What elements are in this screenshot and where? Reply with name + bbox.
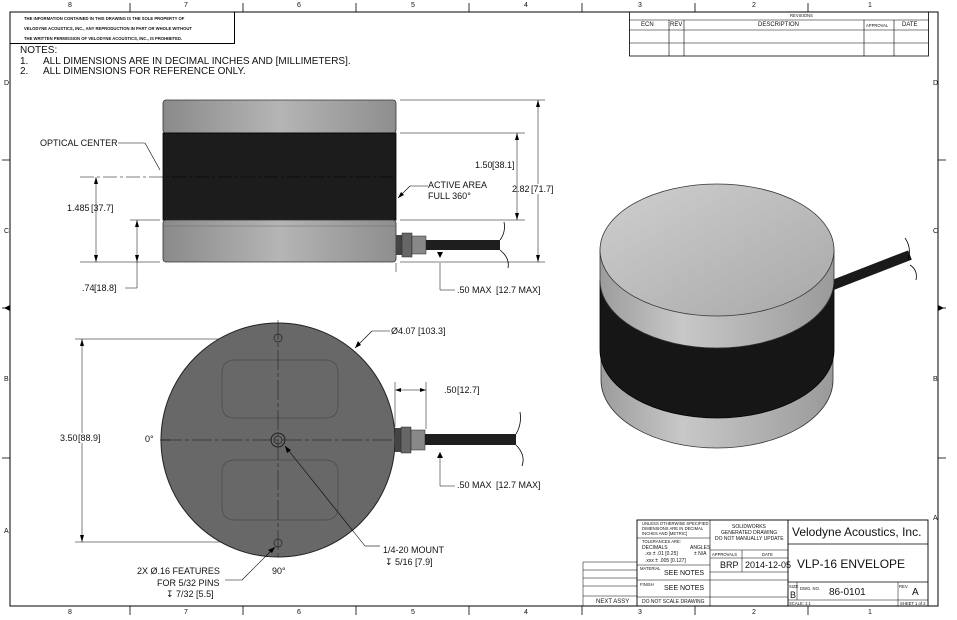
angle-label: 90° [272, 566, 286, 576]
dimension-value: 1.50 [475, 160, 493, 170]
do-not-scale-note: DO NOT SCALE DRAWING [642, 599, 705, 605]
active-area-label: ACTIVE AREA [428, 180, 488, 190]
approval-date: 2014-12-05 [745, 560, 792, 570]
scale-label: SCALE: 1:1 [789, 601, 811, 606]
tolerance-xxx: .xxx ± .005 [0.127] [645, 558, 686, 564]
top-cap [162, 99, 397, 134]
mount-callout: 1/4-20 MOUNT [383, 545, 445, 555]
dimension-value: 3.50 [60, 433, 78, 443]
dimension-metric: [38.1] [492, 160, 515, 170]
tolerance-note: TOLERANCES ARE: [642, 539, 682, 544]
dimension-metric: [37.7] [91, 203, 114, 213]
material-label: MATERIAL [640, 566, 661, 571]
dimension-value: Ø4.07 [391, 326, 416, 336]
solidworks-note: DO NOT MANUALLY UPDATE [715, 536, 784, 542]
company-name: Velodyne Acoustics, Inc. [792, 525, 922, 539]
features-callout: 2X Ø.16 FEATURES [137, 566, 220, 576]
rev-label: REV. [899, 584, 909, 589]
angle-label: 0° [145, 434, 154, 444]
drawing-title: VLP-16 ENVELOPE [797, 557, 906, 571]
rev-value: A [912, 587, 919, 598]
size-label: SIZE [789, 584, 799, 589]
tolerance-angle: ± N/A [694, 551, 707, 557]
finish-value: SEE NOTES [664, 585, 705, 592]
dimension-metric: [12.7 MAX] [496, 480, 541, 490]
revisions-header-date: DATE [902, 22, 918, 28]
revisions-header-description: DESCRIPTION [758, 22, 800, 28]
features-callout: FOR 5/32 PINS [157, 578, 220, 588]
side-view [80, 99, 545, 291]
dwg-no-label: DWG. NO. [800, 586, 821, 591]
dimension-metric: [12.7] [457, 385, 480, 395]
dimension-metric: [71.7] [531, 184, 554, 194]
isometric-view [599, 183, 917, 449]
tolerance-note: INCHES AND [METRIC] [642, 531, 688, 536]
mount-callout: ↧ 5/16 [7.9] [385, 557, 433, 567]
dimension-metric: [103.3] [418, 326, 446, 336]
revisions-header-approval: APPROVAL [866, 23, 889, 28]
iso-top-face [599, 183, 835, 317]
revisions-table [629, 12, 929, 57]
column-label: 1 [868, 2, 872, 9]
dimension-value: 2.82 [512, 184, 530, 194]
date-label: DATE [762, 552, 773, 557]
next-assy-label: NEXT ASSY [596, 599, 630, 605]
approvals-label: APPROVALS [712, 552, 738, 557]
drawing-number: 86-0101 [829, 587, 866, 598]
sensor-band [162, 132, 397, 221]
revisions-header-ecn: ECN [641, 22, 654, 28]
dimension-value: 1.485 [67, 203, 90, 213]
material-value: SEE NOTES [664, 570, 705, 577]
column-label: 3 [638, 2, 642, 9]
row-label: D [933, 80, 939, 87]
features-callout: ↧ 7/32 [5.5] [166, 589, 214, 599]
size-value: B [790, 590, 797, 600]
dimension-value: .50 [444, 385, 457, 395]
approver-initials: BRP [720, 560, 739, 570]
dimension-metric: [88.9] [78, 433, 101, 443]
revisions-header-rev: REV [670, 22, 683, 28]
column-label: 2 [752, 2, 756, 9]
sheet-label: SHEET 1 of 2 [900, 601, 926, 606]
revisions-title: REVISIONS [790, 13, 813, 18]
dimension-value: .50 MAX [457, 480, 492, 490]
finish-label: FINISH [640, 582, 654, 587]
active-area-label: FULL 360° [428, 191, 471, 201]
optical-center-label: OPTICAL CENTER [40, 138, 118, 148]
tolerance-xx: .xx ± .01 [0.25] [645, 551, 678, 557]
